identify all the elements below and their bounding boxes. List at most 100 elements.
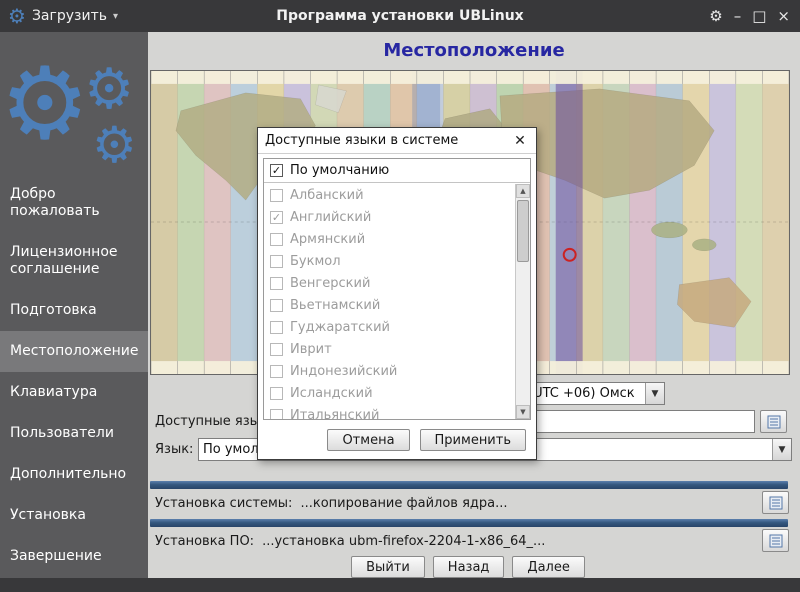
language-item-label: Исландский	[290, 386, 373, 401]
titlebar: Программа установки UBLinux ⚙ Загрузить …	[0, 0, 800, 32]
dialog-frame: ✓ По умолчанию Албанский ✓ Английский Армян…	[263, 158, 531, 420]
language-list-item[interactable]: Албанский	[264, 184, 515, 206]
language-list-item[interactable]: Армянский	[264, 228, 515, 250]
language-checkbox[interactable]	[270, 277, 283, 290]
selected-timezone-band	[556, 71, 583, 374]
language-checkbox[interactable]	[270, 233, 283, 246]
language-item-label: Итальянский	[290, 408, 379, 420]
language-checkbox[interactable]: ✓	[270, 211, 283, 224]
sidebar-item[interactable]: Клавиатура	[0, 372, 148, 413]
large-gear-icon: ⚙	[0, 54, 90, 154]
dialog-titlebar[interactable]: Доступные языки в системе ✕	[258, 128, 536, 154]
system-install-status: ...копирование файлов ядра...	[300, 496, 507, 511]
sidebar-item[interactable]: Лицензионное соглашение	[0, 232, 148, 290]
language-list-item[interactable]: Вьетнамский	[264, 294, 515, 316]
settings-gear-icon[interactable]: ⚙	[709, 9, 722, 24]
language-item-label: Иврит	[290, 342, 332, 357]
apply-button[interactable]: Применить	[420, 429, 526, 451]
scrollbar[interactable]: ▲ ▼	[515, 184, 530, 419]
app-logo-gear-icon: ⚙	[8, 6, 26, 26]
dialog-footer: Отмена Применить	[258, 429, 526, 451]
bottom-bar	[0, 578, 800, 592]
languages-dialog: Доступные языки в системе ✕ ✓ По умолчан…	[257, 127, 537, 460]
close-icon[interactable]: ×	[777, 9, 790, 24]
exit-button[interactable]: Выйти	[351, 556, 425, 578]
language-list: Албанский ✓ Английский Армянский Букмол Венге…	[264, 184, 515, 419]
language-list-item[interactable]: Иврит	[264, 338, 515, 360]
system-progress-fill	[150, 481, 788, 489]
sidebar-item[interactable]: Дополнительно	[0, 454, 148, 495]
language-list-item[interactable]: Индонезийский	[264, 360, 515, 382]
language-item-label: Албанский	[290, 188, 364, 203]
language-list-item[interactable]: Венгерский	[264, 272, 515, 294]
timezone-select[interactable]: (UTC +06) Омск ▼	[523, 382, 665, 405]
language-item-label: Букмол	[290, 254, 341, 269]
sidebar-nav: Добро пожаловатьЛицензионное соглашениеП…	[0, 174, 148, 577]
edit-languages-button[interactable]	[760, 410, 787, 433]
language-item-label: Вьетнамский	[290, 298, 380, 313]
system-log-button[interactable]	[762, 491, 789, 514]
gears-graphic: ⚙ ⚙ ⚙	[0, 32, 148, 174]
load-menu-label: Загрузить	[32, 8, 107, 24]
sidebar-item[interactable]: Установка	[0, 495, 148, 536]
minimize-icon[interactable]: –	[734, 9, 742, 24]
maximize-icon[interactable]: □	[752, 9, 766, 24]
sidebar: ⚙ ⚙ ⚙ Добро пожаловатьЛицензионное согла…	[0, 32, 148, 578]
back-button[interactable]: Назад	[433, 556, 505, 578]
sidebar-item[interactable]: Подготовка	[0, 290, 148, 331]
language-item-label: Армянский	[290, 232, 365, 247]
sidebar-item[interactable]: Пользователи	[0, 413, 148, 454]
language-checkbox[interactable]	[270, 343, 283, 356]
language-item-label: Индонезийский	[290, 364, 397, 379]
language-item-label: Английский	[290, 210, 371, 225]
combo-arrow-icon[interactable]: ▼	[645, 383, 664, 404]
language-checkbox[interactable]	[270, 255, 283, 268]
language-checkbox[interactable]	[270, 387, 283, 400]
language-checkbox[interactable]	[270, 299, 283, 312]
chevron-down-icon: ▾	[113, 11, 118, 22]
log-icon	[769, 496, 783, 510]
list-icon	[767, 415, 781, 429]
timezone-value: (UTC +06) Омск	[528, 383, 644, 404]
language-item-label: Венгерский	[290, 276, 370, 291]
combo-arrow-icon[interactable]: ▼	[772, 439, 791, 460]
sidebar-item[interactable]: Местоположение	[0, 331, 148, 372]
dialog-title: Доступные языки в системе	[265, 133, 458, 148]
medium-gear-icon: ⚙	[84, 62, 134, 118]
software-install-label: Установка ПО:	[155, 534, 254, 549]
default-checkbox[interactable]: ✓	[270, 164, 283, 177]
system-install-label: Установка системы:	[155, 496, 292, 511]
software-install-status: ...установка ubm-firefox-2204-1-x86_64_.…	[262, 534, 545, 549]
sidebar-item[interactable]: Добро пожаловать	[0, 174, 148, 232]
small-gear-icon: ⚙	[92, 120, 137, 170]
default-language-option[interactable]: ✓ По умолчанию	[264, 159, 530, 183]
cancel-button[interactable]: Отмена	[327, 429, 409, 451]
language-list-item[interactable]: Букмол	[264, 250, 515, 272]
footer-buttons: Выйти Назад Далее	[148, 556, 788, 578]
software-progress-fill	[150, 519, 788, 527]
software-log-button[interactable]	[762, 529, 789, 552]
language-list-item[interactable]: ✓ Английский	[264, 206, 515, 228]
language-checkbox[interactable]	[270, 409, 283, 420]
language-checkbox[interactable]	[270, 321, 283, 334]
language-label: Язык:	[155, 442, 193, 457]
language-list-item[interactable]: Итальянский	[264, 404, 515, 419]
log-icon	[769, 534, 783, 548]
software-progress-bar	[150, 519, 788, 527]
page-title: Местоположение	[148, 40, 800, 61]
language-list-item[interactable]: Гуджаратский	[264, 316, 515, 338]
language-checkbox[interactable]	[270, 189, 283, 202]
installer-window: Программа установки UBLinux ⚙ Загрузить …	[0, 0, 800, 592]
scroll-down-icon[interactable]: ▼	[516, 405, 530, 419]
system-progress-bar	[150, 481, 788, 489]
next-button[interactable]: Далее	[512, 556, 584, 578]
dialog-close-icon[interactable]: ✕	[511, 132, 529, 150]
sidebar-item[interactable]: Завершение	[0, 536, 148, 577]
scroll-up-icon[interactable]: ▲	[516, 184, 530, 198]
language-checkbox[interactable]	[270, 365, 283, 378]
language-item-label: Гуджаратский	[290, 320, 390, 335]
load-menu-button[interactable]: ⚙ Загрузить ▾	[0, 6, 118, 26]
language-list-item[interactable]: Исландский	[264, 382, 515, 404]
scrollbar-thumb[interactable]	[517, 200, 529, 262]
default-checkbox-label: По умолчанию	[290, 163, 389, 178]
